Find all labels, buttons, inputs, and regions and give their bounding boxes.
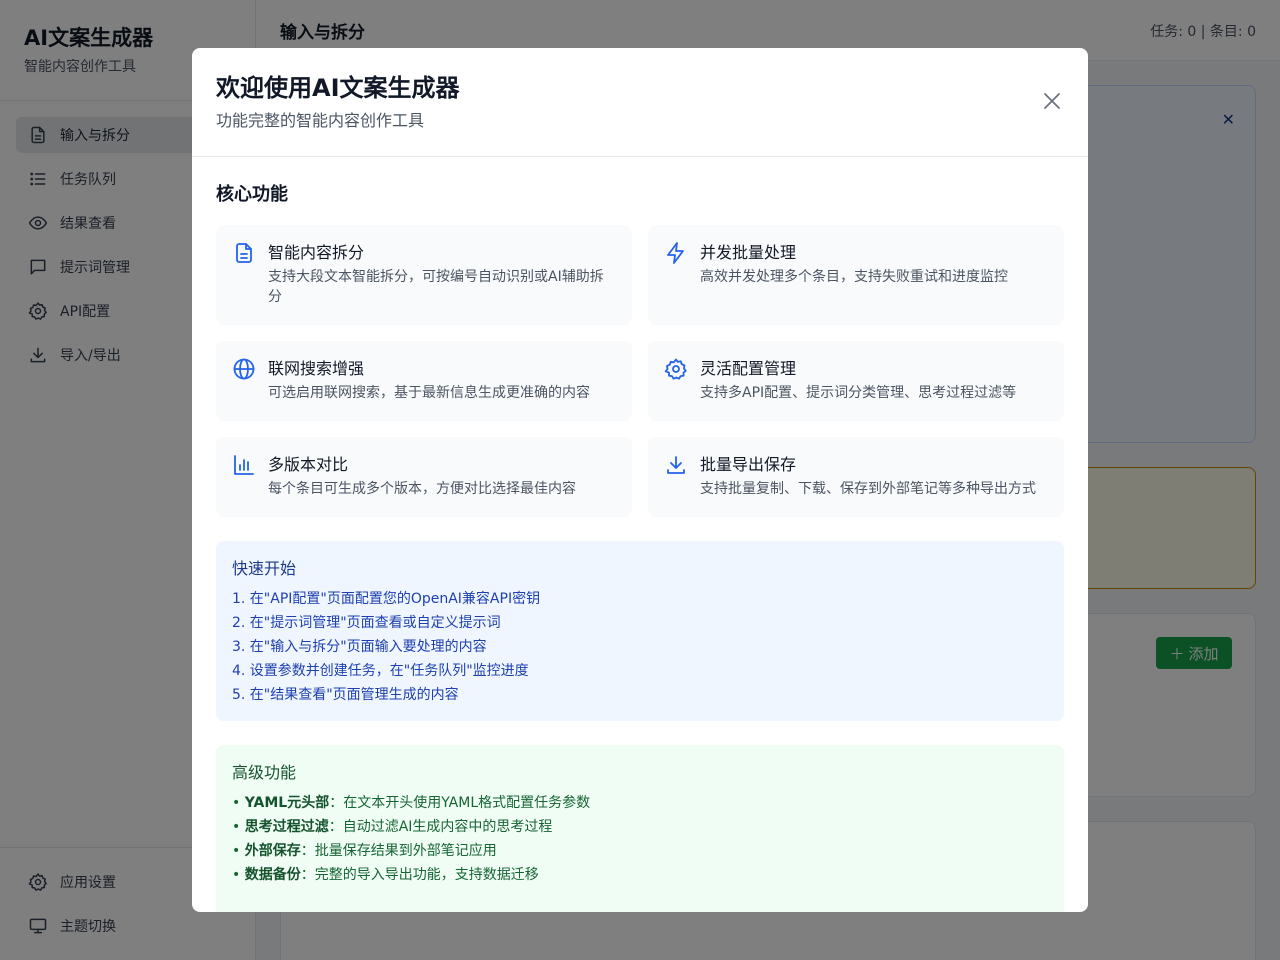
advanced-feature-item: • YAML元头部：在文本开头使用YAML格式配置任务参数 <box>232 791 1048 815</box>
document-icon <box>236 243 252 263</box>
download-icon <box>667 456 685 474</box>
feature-desc: 可选启用联网搜索，基于最新信息生成更准确的内容 <box>268 385 590 401</box>
bullet: • <box>232 819 245 835</box>
advanced-feature-name: 思考过程过滤 <box>244 819 329 835</box>
feature-grid: 智能内容拆分 支持大段文本智能拆分，可按编号自动识别或AI辅助拆分 并发批量处理… <box>216 225 1064 517</box>
feature-title: 灵活配置管理 <box>700 359 797 378</box>
advanced-feature-desc: ：完整的导入导出功能，支持数据迁移 <box>300 867 539 883</box>
feature-title: 并发批量处理 <box>700 243 797 262</box>
feature-title: 多版本对比 <box>268 455 349 474</box>
quick-start-step: 5. 在"结果查看"页面管理生成的内容 <box>232 687 459 703</box>
gear-icon <box>664 358 687 380</box>
feature-desc: 支持大段文本智能拆分，可按编号自动识别或AI辅助拆分 <box>268 269 604 305</box>
globe-icon <box>233 358 255 380</box>
feature-desc: 支持多API配置、提示词分类管理、思考过程过滤等 <box>700 385 1017 401</box>
feature-title: 联网搜索增强 <box>268 359 365 378</box>
feature-card: 联网搜索增强 可选启用联网搜索，基于最新信息生成更准确的内容 <box>216 341 632 421</box>
advanced-feature-desc: ：在文本开头使用YAML格式配置任务参数 <box>329 795 591 811</box>
quick-start-panel: 快速开始 1. 在"API配置"页面配置您的OpenAI兼容API密钥 2. 在… <box>216 541 1064 721</box>
feature-card: 批量导出保存 支持批量复制、下载、保存到外部笔记等多种导出方式 <box>648 437 1064 517</box>
quick-start-title: 快速开始 <box>232 559 297 578</box>
feature-card: 智能内容拆分 支持大段文本智能拆分，可按编号自动识别或AI辅助拆分 <box>216 225 632 325</box>
bullet: • <box>232 795 245 811</box>
quick-start-step: 4. 设置参数并创建任务，在"任务队列"监控进度 <box>232 663 529 679</box>
bar-chart-icon <box>234 455 254 475</box>
feature-desc: 支持批量复制、下载、保存到外部笔记等多种导出方式 <box>700 481 1036 497</box>
advanced-feature-desc: ：自动过滤AI生成内容中的思考过程 <box>328 819 553 835</box>
advanced-feature-desc: ：批量保存结果到外部笔记应用 <box>300 843 497 859</box>
advanced-features-title: 高级功能 <box>232 763 297 782</box>
advanced-feature-name: 数据备份 <box>244 867 301 883</box>
feature-card: 并发批量处理 高效并发处理多个条目，支持失败重试和进度监控 <box>648 225 1064 325</box>
bullet: • <box>232 867 245 883</box>
lightning-icon <box>667 242 684 264</box>
modal-body: 核心功能 智能内容拆分 支持大段文本智能拆分，可按编号自动识别或AI辅助拆分 并… <box>192 157 1088 912</box>
advanced-features-panel: 高级功能 • YAML元头部：在文本开头使用YAML格式配置任务参数 • 思考过… <box>216 745 1064 912</box>
close-icon[interactable] <box>1040 89 1064 113</box>
welcome-modal: 欢迎使用AI文案生成器 功能完整的智能内容创作工具 核心功能 智能内容拆分 支持… <box>192 48 1088 912</box>
advanced-feature-item: • 思考过程过滤：自动过滤AI生成内容中的思考过程 <box>232 815 1048 839</box>
quick-start-step: 1. 在"API配置"页面配置您的OpenAI兼容API密钥 <box>232 591 541 607</box>
core-features-title: 核心功能 <box>216 184 288 205</box>
feature-title: 批量导出保存 <box>700 455 797 474</box>
feature-desc: 每个条目可生成多个版本，方便对比选择最佳内容 <box>268 481 576 497</box>
quick-start-step: 2. 在"提示词管理"页面查看或自定义提示词 <box>232 615 501 631</box>
quick-start-step: 3. 在"输入与拆分"页面输入要处理的内容 <box>232 639 487 655</box>
advanced-feature-item: • 外部保存：批量保存结果到外部笔记应用 <box>232 839 1048 863</box>
modal-header: 欢迎使用AI文案生成器 功能完整的智能内容创作工具 <box>192 48 1088 157</box>
advanced-feature-name: 外部保存 <box>244 843 301 859</box>
feature-card: 多版本对比 每个条目可生成多个版本，方便对比选择最佳内容 <box>216 437 632 517</box>
bullet: • <box>232 843 245 859</box>
advanced-feature-item: • 数据备份：完整的导入导出功能，支持数据迁移 <box>232 863 1048 887</box>
feature-title: 智能内容拆分 <box>268 243 365 262</box>
modal-title: 欢迎使用AI文案生成器 <box>216 74 460 102</box>
advanced-feature-name: YAML元头部 <box>244 795 330 811</box>
feature-desc: 高效并发处理多个条目，支持失败重试和进度监控 <box>700 269 1008 285</box>
feature-card: 灵活配置管理 支持多API配置、提示词分类管理、思考过程过滤等 <box>648 341 1064 421</box>
modal-subtitle: 功能完整的智能内容创作工具 <box>216 111 425 130</box>
